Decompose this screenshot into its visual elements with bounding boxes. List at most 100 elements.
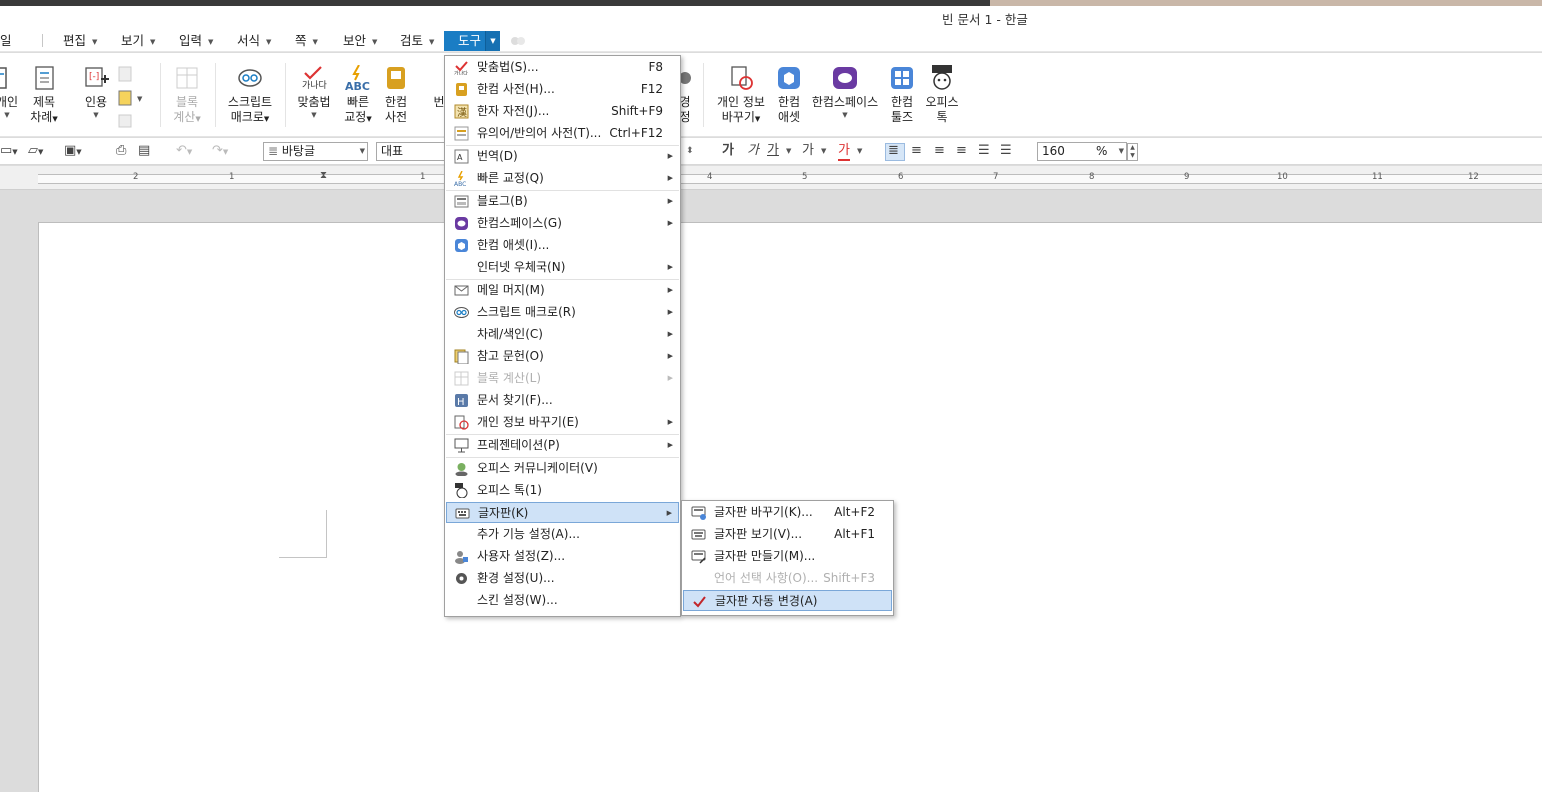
connect-icon[interactable]: [510, 34, 526, 48]
menu-item-사용자-설정[interactable]: 사용자 설정(Z)...: [446, 546, 679, 567]
menu-review[interactable]: 검토 ▼: [400, 32, 434, 51]
italic-button[interactable]: 가: [747, 143, 759, 159]
new-doc-icon[interactable]: ▭▼: [0, 143, 18, 160]
menu-item-label: 스킨 설정(W)...: [477, 593, 558, 607]
menu-item-오피스-톡[interactable]: 오피스 톡(1): [446, 480, 679, 501]
menu-edit[interactable]: 편집 ▼: [63, 32, 97, 51]
menu-item-메일-머지[interactable]: 메일 머지(M) ▶: [446, 280, 679, 301]
ribbon-dictionary[interactable]: 한컴 사전: [380, 65, 412, 125]
redo-icon[interactable]: ↷▼: [212, 143, 228, 160]
menu-item-유의어-반의어-사전[interactable]: 유의어/반의어 사전(T)... Ctrl+F12: [446, 123, 679, 144]
ribbon-hancom-asset[interactable]: 한컴 애셋: [773, 65, 805, 125]
size-spinner[interactable]: ⬍: [686, 143, 694, 159]
menu-item-스킨-설정[interactable]: 스킨 설정(W)...: [446, 590, 679, 611]
ribbon-quick-correct[interactable]: ABC 빠른 교정▼: [341, 64, 375, 127]
menu-item-인터넷-우체국[interactable]: 인터넷 우체국(N) ▶: [446, 257, 679, 278]
find-document-icon: H: [454, 393, 469, 408]
ribbon-spellcheck[interactable]: 가나다 맞춤법 ▼: [292, 65, 336, 119]
menu-item-한컴-애셋[interactable]: 한컴 애셋(I)...: [446, 235, 679, 256]
ribbon-block-calc[interactable]: 블록 계산▼: [170, 65, 204, 127]
save-icon[interactable]: ▣▼: [64, 143, 82, 160]
menu-tools[interactable]: 도구 ▼: [444, 31, 500, 51]
font-color-caret-icon[interactable]: ▼: [857, 147, 862, 155]
hancom-tools-icon: [889, 65, 915, 91]
menu-item-맞춤법[interactable]: 가나다 맞춤법(S)... F8: [446, 57, 679, 78]
submenu-arrow-icon: ▶: [667, 418, 673, 426]
menu-security[interactable]: 보안 ▼: [343, 32, 377, 51]
menu-item-label: 언어 선택 사항(O)...: [714, 571, 819, 585]
menu-format[interactable]: 서식 ▼: [237, 32, 271, 51]
submenu-arrow-icon: ▶: [667, 197, 673, 205]
menu-insert[interactable]: 입력 ▼: [179, 32, 213, 51]
menu-page[interactable]: 쪽 ▼: [295, 32, 318, 51]
align-right-icon[interactable]: ≡: [956, 143, 967, 159]
bold-button[interactable]: 가: [722, 143, 734, 159]
menu-item-한컴스페이스[interactable]: 한컴스페이스(G) ▶: [446, 213, 679, 234]
style-select[interactable]: ≣ 바탕글 ▼: [263, 142, 368, 161]
distribute-icon[interactable]: ☰: [978, 143, 990, 159]
strike-caret-icon[interactable]: ▼: [821, 147, 826, 155]
zoom-spinner[interactable]: ▲ ▼: [1127, 143, 1138, 161]
hancom-asset-icon: [454, 238, 469, 253]
style-icon: ≣: [268, 144, 279, 158]
preview-icon[interactable]: ▤: [138, 143, 150, 159]
menu-file[interactable]: 일: [0, 32, 12, 51]
menu-item-글자판-자동-변경[interactable]: 글자판 자동 변경(A): [683, 590, 892, 611]
mail-merge-icon: [454, 283, 469, 298]
menu-item-label: 메일 머지(M): [477, 283, 545, 297]
script-macro-icon: [237, 65, 263, 91]
menu-separator: [42, 34, 43, 47]
menu-item-label: 차례/색인(C): [477, 327, 543, 341]
menu-item-한자-자전[interactable]: 漢 한자 자전(J)... Shift+F9: [446, 101, 679, 122]
ribbon-personal[interactable]: 개인 ▼: [0, 65, 22, 119]
ribbon-toc[interactable]: 제목 차례▼: [28, 65, 60, 127]
menu-item-프레젠테이션[interactable]: 프레젠테이션(P) ▶: [446, 435, 679, 456]
submenu-arrow-icon: ▶: [667, 219, 673, 227]
menu-item-환경-설정[interactable]: 환경 설정(U)...: [446, 568, 679, 589]
menu-item-글자판-만들기[interactable]: 글자판 만들기(M)...: [683, 546, 892, 567]
menu-item-참고-문헌[interactable]: 참고 문헌(O) ▶: [446, 346, 679, 367]
submenu-arrow-icon: ▶: [666, 509, 672, 517]
menu-item-한컴-사전[interactable]: 한컴 사전(H)... F12: [446, 79, 679, 100]
underline-caret-icon[interactable]: ▼: [786, 147, 791, 155]
indent-marker-icon[interactable]: ⧗: [320, 170, 327, 181]
references-icon: [454, 349, 469, 365]
ribbon-office-talk[interactable]: 오피스 톡: [922, 65, 962, 125]
print-icon[interactable]: ⎙: [116, 143, 126, 159]
font-color-button[interactable]: 가: [838, 143, 850, 161]
undo-icon[interactable]: ↶▼: [176, 143, 192, 160]
menu-item-개인-정보-바꾸기[interactable]: 개인 정보 바꾸기(E) ▶: [446, 412, 679, 433]
open-folder-icon[interactable]: ▱▼: [28, 143, 43, 160]
menu-item-문서-찾기[interactable]: H 문서 찾기(F)...: [446, 390, 679, 411]
ribbon-privacy[interactable]: 개인 정보 바꾸기▼: [713, 65, 769, 127]
menu-item-번역[interactable]: A 번역(D) ▶: [446, 146, 679, 167]
hancom-space-icon: [454, 216, 469, 231]
menu-item-글자판-보기[interactable]: 글자판 보기(V)... Alt+F1: [683, 524, 892, 545]
menu-item-빠른-교정[interactable]: ABC 빠른 교정(Q) ▶: [446, 168, 679, 189]
menu-item-스크립트-매크로[interactable]: 스크립트 매크로(R) ▶: [446, 302, 679, 323]
menu-item-글자판[interactable]: 글자판(K) ▶: [446, 502, 679, 523]
strike-button[interactable]: 가: [802, 143, 814, 159]
hancom-space-icon: [832, 65, 858, 91]
ribbon-script-macro[interactable]: 스크립트 매크로▼: [223, 65, 277, 127]
submenu-arrow-icon: ▶: [667, 286, 673, 294]
menu-item-글자판-바꾸기[interactable]: 글자판 바꾸기(K)... Alt+F2: [683, 502, 892, 523]
menu-tools-caret[interactable]: ▼: [485, 31, 500, 51]
align-left-icon[interactable]: ≡: [911, 143, 922, 159]
align-center-icon[interactable]: ≡: [934, 143, 945, 159]
menu-item-오피스-커뮤니케이터[interactable]: 오피스 커뮤니케이터(V): [446, 458, 679, 479]
divide-icon[interactable]: ☰: [1000, 143, 1012, 159]
menu-item-shortcut: F12: [640, 82, 663, 96]
underline-button[interactable]: 가: [767, 143, 779, 159]
menu-view[interactable]: 보기 ▼: [121, 32, 155, 51]
ribbon-hancom-tools[interactable]: 한컴 툴즈: [886, 65, 918, 125]
title-bar: 빈 문서 1 - 한글: [0, 6, 1542, 30]
menu-item-블로그[interactable]: 블로그(B) ▶: [446, 191, 679, 212]
menu-item-차례-색인[interactable]: 차례/색인(C) ▶: [446, 324, 679, 345]
font-select[interactable]: 대표: [376, 142, 446, 161]
ribbon-hancom-space[interactable]: 한컴스페이스 ▼: [810, 65, 880, 119]
window-title: 빈 문서 1 - 한글: [942, 12, 1028, 27]
menu-item-추가-기능-설정[interactable]: 추가 기능 설정(A)...: [446, 524, 679, 545]
ribbon-quote[interactable]: [-] 인용 ▼: [80, 65, 112, 119]
zoom-select[interactable]: 160% ▼: [1037, 142, 1127, 161]
